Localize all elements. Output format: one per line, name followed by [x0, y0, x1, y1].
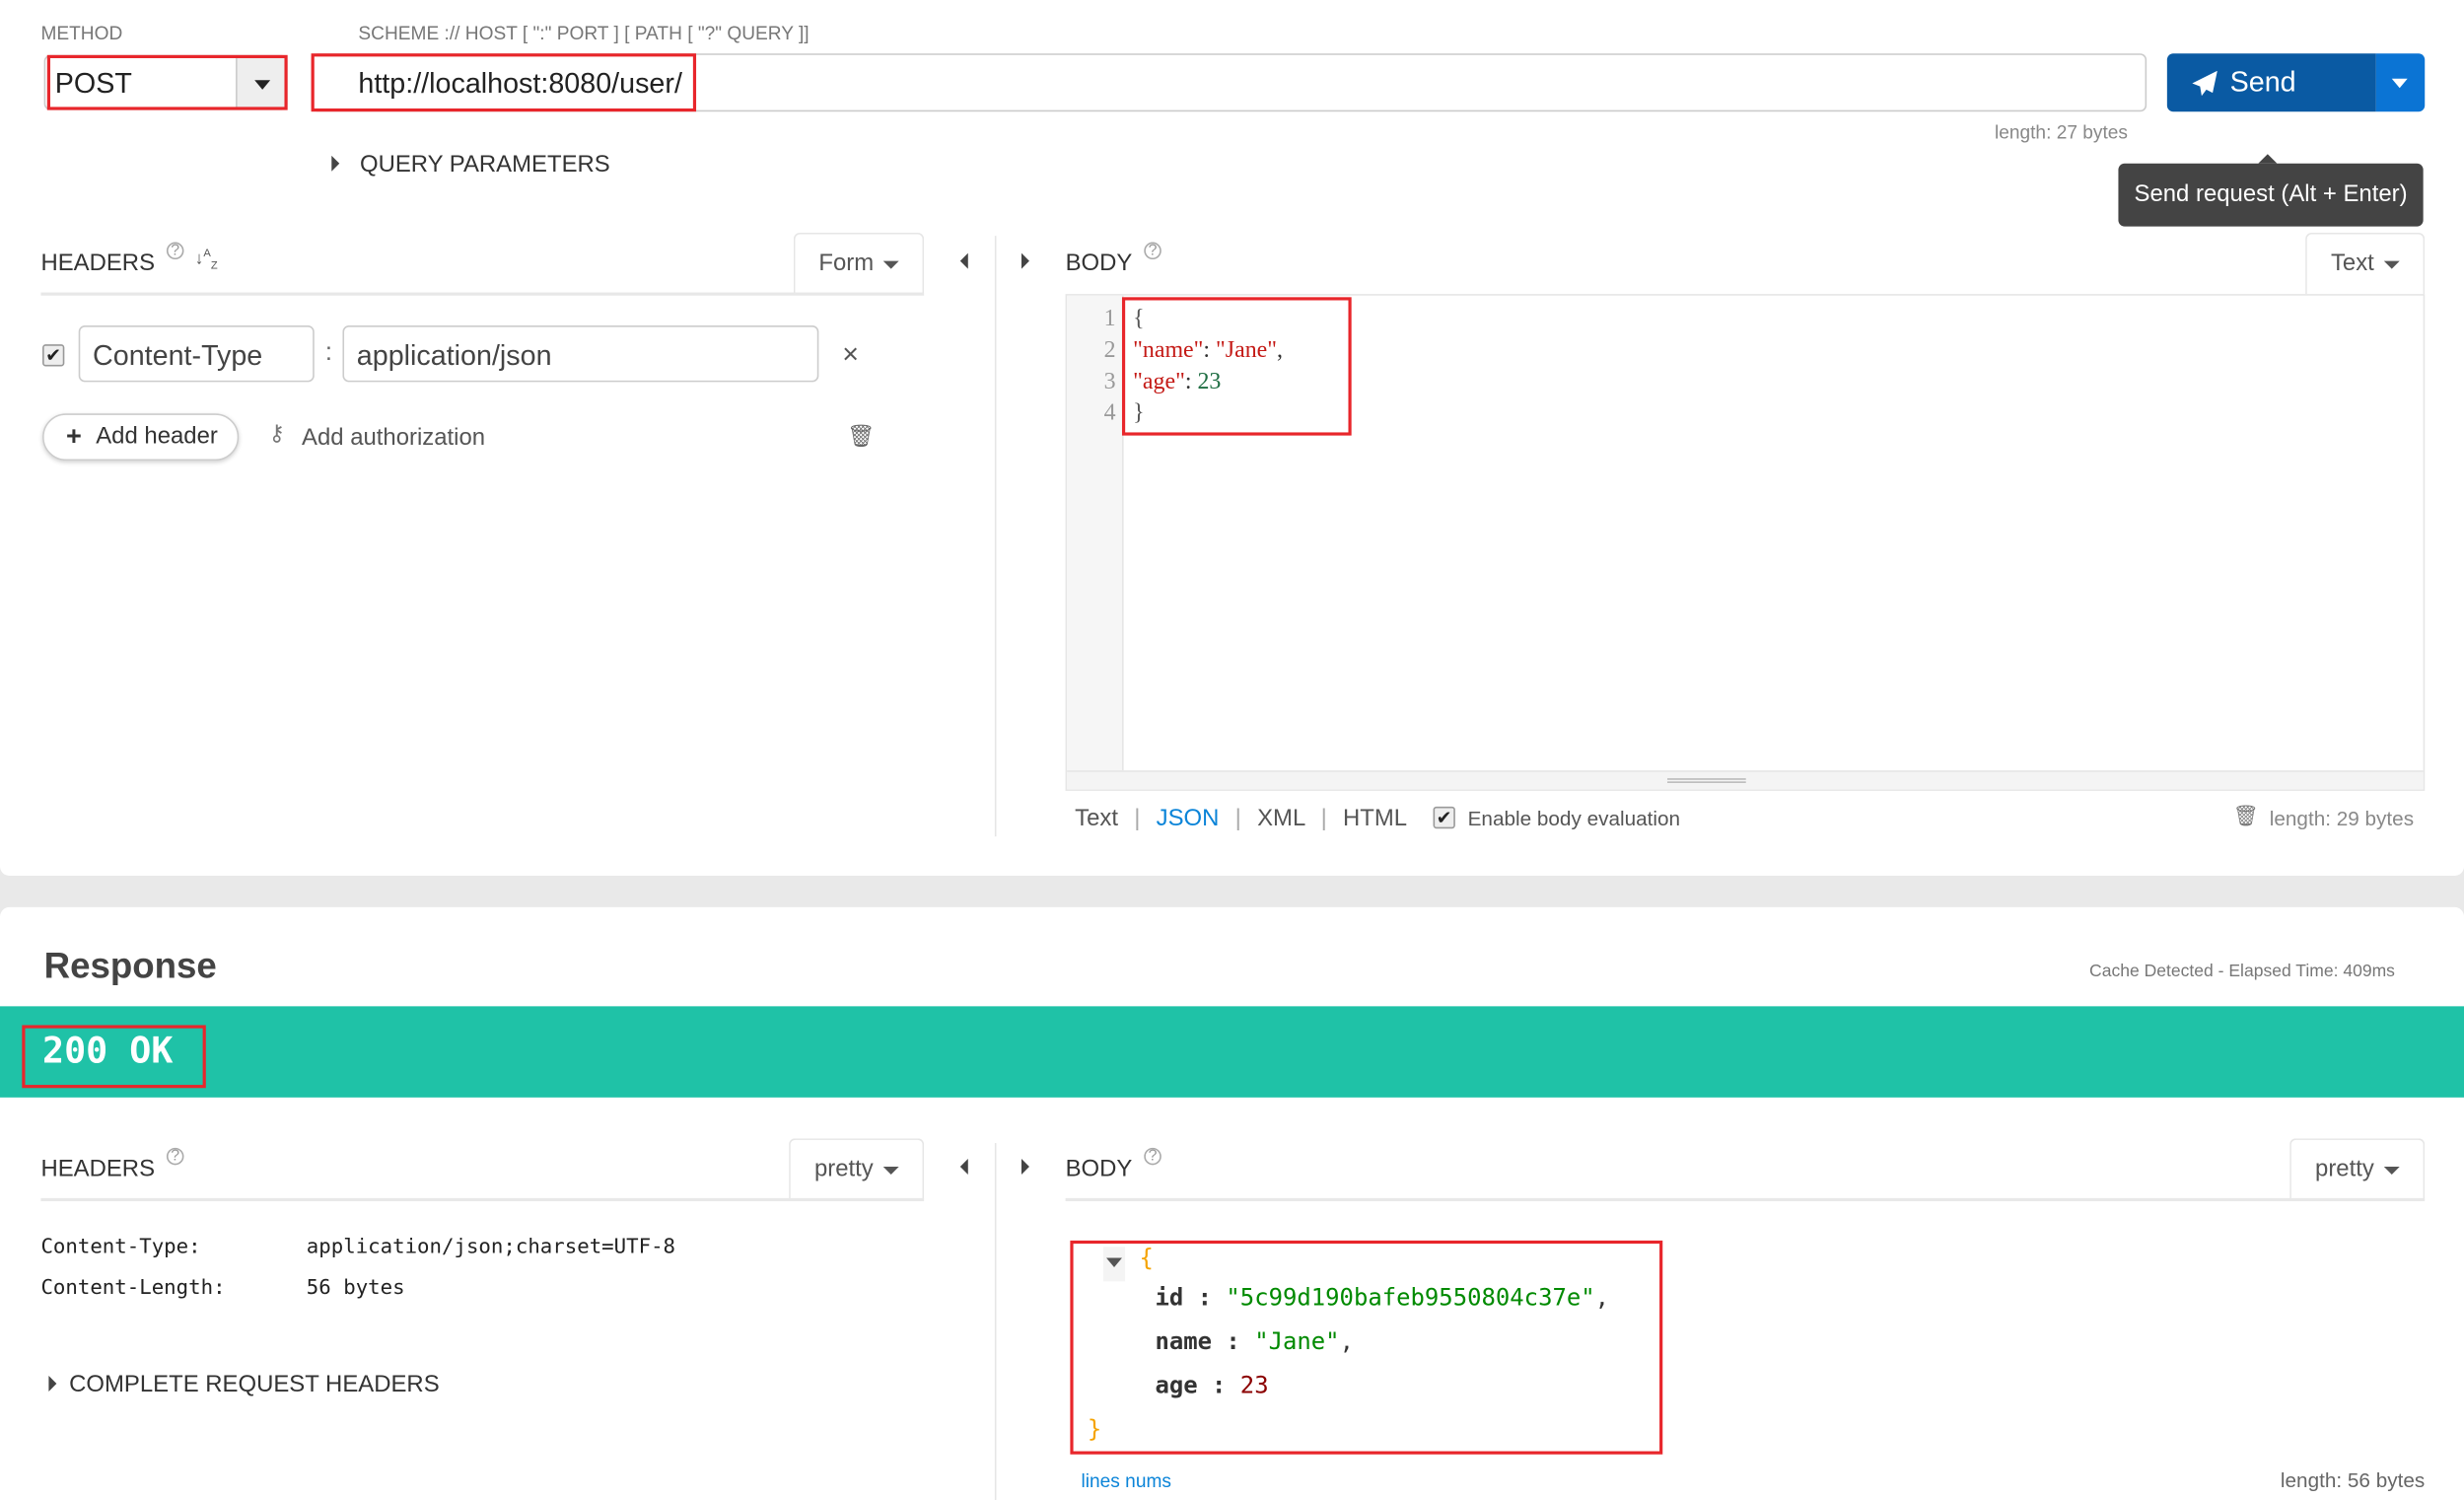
caret-down-icon: [882, 259, 899, 268]
collapse-left-icon[interactable]: [959, 1158, 968, 1175]
header-name: Content-Type: [93, 339, 263, 372]
enable-body-eval-label: Enable body evaluation: [1467, 806, 1681, 830]
body-length: length: 29 bytes: [2269, 806, 2415, 830]
url-label: SCHEME :// HOST [ ":" PORT ] [ PATH [ "?…: [358, 22, 810, 44]
format-html[interactable]: HTML: [1343, 805, 1407, 831]
send-label: Send: [2229, 65, 2296, 98]
header-value-input[interactable]: application/json: [342, 325, 819, 383]
status-bar: 200 OK: [0, 1006, 2464, 1098]
plus-icon: +: [65, 421, 82, 452]
highlight-box: [22, 1025, 206, 1089]
header-value: application/json: [356, 339, 552, 372]
add-authorization-label: Add authorization: [302, 424, 486, 452]
send-options-button[interactable]: [2375, 53, 2426, 112]
caret-down-icon: [2383, 259, 2400, 268]
collapse-left-icon[interactable]: [959, 252, 968, 269]
caret-right-icon: [331, 155, 340, 172]
tooltip-text: Send request (Alt + Enter): [2134, 180, 2408, 208]
trash-icon[interactable]: 🗑: [2233, 804, 2259, 829]
line-number: 2: [1103, 337, 1116, 364]
body-mode: Text: [2330, 250, 2374, 277]
lines-nums-link[interactable]: lines nums: [1082, 1470, 1171, 1492]
line-number: 4: [1103, 400, 1116, 427]
body-title: BODY: [1065, 250, 1133, 277]
add-authorization-link[interactable]: ⚷ Add authorization: [268, 419, 505, 453]
caret-down-icon: [2383, 1166, 2400, 1175]
highlight-box: [46, 54, 288, 110]
format-xml[interactable]: XML: [1257, 805, 1304, 831]
method-label: METHOD: [40, 22, 123, 44]
send-button[interactable]: Send: [2166, 53, 2376, 112]
complete-request-headers-label: COMPLETE REQUEST HEADERS: [69, 1371, 440, 1398]
expand-right-icon[interactable]: [1021, 1158, 1029, 1175]
format-text[interactable]: Text: [1075, 805, 1118, 831]
header-name-input[interactable]: Content-Type: [78, 325, 315, 383]
response-header-name: Content-Length:: [40, 1276, 226, 1301]
response-body-length: length: 56 bytes: [2280, 1468, 2426, 1492]
url-length: length: 27 bytes: [1994, 120, 2129, 144]
line-number: 1: [1103, 306, 1116, 332]
headers-mode-tab[interactable]: Form: [793, 232, 925, 295]
key-icon: ⚷: [268, 419, 285, 446]
help-icon[interactable]: ?: [166, 1147, 184, 1166]
highlight-box: [311, 53, 697, 112]
format-json[interactable]: JSON: [1157, 805, 1220, 831]
body-mode: pretty: [2315, 1155, 2374, 1182]
response-header-value: 56 bytes: [306, 1276, 405, 1301]
add-header-button[interactable]: + Add header: [42, 413, 240, 462]
headers-title: HEADERS: [40, 250, 156, 277]
highlight-box: [1121, 297, 1352, 436]
trash-icon[interactable]: 🗑: [847, 423, 875, 450]
colon-separator: :: [324, 339, 333, 367]
body-mode-tab[interactable]: Text: [2305, 232, 2426, 295]
response-panel: Response Cache Detected - Elapsed Time: …: [0, 906, 2464, 1500]
resize-handle[interactable]: [1067, 770, 2424, 790]
help-icon[interactable]: ?: [1144, 1147, 1162, 1166]
response-headers-mode-tab[interactable]: pretty: [789, 1138, 925, 1200]
expand-right-icon[interactable]: [1021, 252, 1029, 269]
header-enabled-checkbox[interactable]: ✔: [42, 344, 65, 367]
query-parameters-label: QUERY PARAMETERS: [359, 151, 610, 179]
add-header-label: Add header: [96, 422, 218, 450]
send-tooltip: Send request (Alt + Enter): [2118, 154, 2424, 227]
headers-mode: Form: [818, 250, 875, 277]
response-headers-title: HEADERS: [40, 1155, 156, 1182]
caret-down-icon: [882, 1166, 899, 1175]
response-body-title: BODY: [1065, 1155, 1133, 1182]
help-icon[interactable]: ?: [1144, 242, 1162, 260]
caret-down-icon: [2391, 78, 2408, 89]
sort-az-icon[interactable]: ↓AZ: [195, 247, 218, 273]
help-icon[interactable]: ?: [166, 242, 184, 260]
response-body-mode-tab[interactable]: pretty: [2289, 1138, 2426, 1200]
line-number: 3: [1103, 369, 1116, 395]
body-format-selector: Text | JSON | XML | HTML: [1075, 805, 1408, 832]
request-panel: METHOD SCHEME :// HOST [ ":" PORT ] [ PA…: [0, 0, 2464, 877]
response-title: Response: [43, 945, 217, 986]
enable-body-eval-checkbox[interactable]: ✔: [1433, 806, 1455, 829]
panel-divider[interactable]: [994, 1143, 997, 1500]
paper-plane-icon: [2192, 70, 2218, 97]
response-meta: Cache Detected - Elapsed Time: 409ms: [2089, 962, 2395, 981]
headers-mode: pretty: [813, 1155, 874, 1182]
caret-right-icon: [48, 1376, 57, 1392]
remove-header-icon[interactable]: ×: [842, 338, 859, 371]
highlight-box: [1070, 1240, 1663, 1455]
response-header-name: Content-Type:: [40, 1236, 201, 1260]
panel-divider[interactable]: [994, 236, 997, 837]
response-header-value: application/json;charset=UTF-8: [306, 1236, 676, 1260]
